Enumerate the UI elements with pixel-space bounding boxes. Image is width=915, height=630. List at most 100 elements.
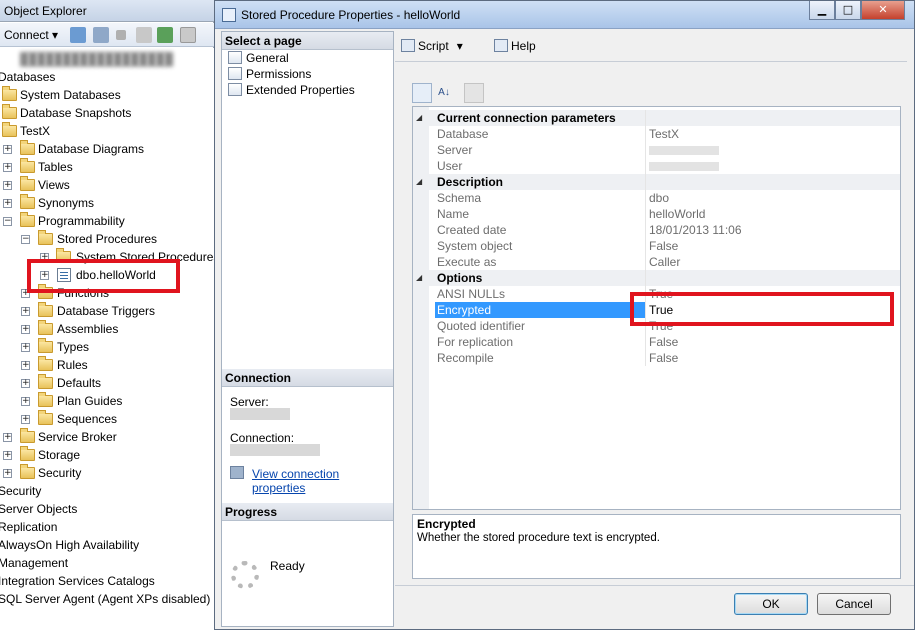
server-label: Server: <box>230 395 269 409</box>
expand-icon[interactable]: + <box>3 181 12 190</box>
cancel-button[interactable]: Cancel <box>817 593 891 615</box>
collapse-icon[interactable]: ◢ <box>416 178 424 186</box>
tree-node-label: Types <box>57 340 90 354</box>
tree-node-label: Replication <box>0 520 58 534</box>
alphabetical-sort-icon[interactable]: A↓ <box>434 83 454 103</box>
tree-node[interactable]: TestX <box>0 122 214 140</box>
connect-icon[interactable] <box>70 27 86 43</box>
grid-category[interactable]: ◢ Current connection parameters <box>413 110 900 126</box>
tree-node[interactable]: + Rules <box>0 356 214 374</box>
page-permissions[interactable]: Permissions <box>228 66 311 82</box>
disconnect-icon[interactable] <box>93 27 109 43</box>
tree-node[interactable]: + Service Broker <box>0 428 214 446</box>
expand-icon[interactable]: + <box>21 397 30 406</box>
grid-row[interactable]: Server <box>413 142 900 158</box>
tree-node[interactable]: Databases <box>0 68 214 86</box>
folder-icon <box>38 356 53 371</box>
view-connection-properties-link[interactable]: View connection properties <box>252 467 393 495</box>
tree-node[interactable]: + Plan Guides <box>0 392 214 410</box>
collapse-icon[interactable]: ◢ <box>416 274 424 282</box>
expand-icon[interactable]: + <box>3 433 12 442</box>
expand-icon[interactable]: + <box>21 361 30 370</box>
tree-node[interactable]: + Types <box>0 338 214 356</box>
grid-row[interactable]: Execute as Caller <box>413 254 900 270</box>
grid-row[interactable]: System object False <box>413 238 900 254</box>
ok-button[interactable]: OK <box>734 593 808 615</box>
property-value: 18/01/2013 11:06 <box>649 223 742 237</box>
tree-node[interactable]: + Tables <box>0 158 214 176</box>
connection-header: Connection <box>222 369 393 387</box>
script-button[interactable]: Script ▾ <box>401 39 463 53</box>
folder-icon <box>38 320 53 335</box>
folder-icon <box>38 374 53 389</box>
expand-icon[interactable]: + <box>21 325 30 334</box>
tree-node[interactable]: + Security <box>0 464 214 482</box>
collapse-icon[interactable]: − <box>3 217 12 226</box>
tree-node[interactable]: + Database Diagrams <box>0 140 214 158</box>
grid-category[interactable]: ◢ Options <box>413 270 900 286</box>
help-button[interactable]: Help <box>494 39 536 53</box>
property-description-pane: Encrypted Whether the stored procedure t… <box>412 514 901 579</box>
grid-row[interactable]: Created date 18/01/2013 11:06 <box>413 222 900 238</box>
grid-row[interactable]: Database TestX <box>413 126 900 142</box>
maximize-button[interactable]: □ <box>835 1 861 20</box>
grid-category[interactable]: ◢ Description <box>413 174 900 190</box>
folder-icon <box>2 122 17 137</box>
property-pages-icon[interactable] <box>464 83 484 103</box>
grid-row[interactable]: Name helloWorld <box>413 206 900 222</box>
tree-node[interactable]: + Views <box>0 176 214 194</box>
grid-row[interactable]: Schema dbo <box>413 190 900 206</box>
window-icon <box>222 8 236 22</box>
expand-icon[interactable]: + <box>21 307 30 316</box>
collapse-icon[interactable]: ◢ <box>416 114 424 122</box>
column-divider[interactable] <box>645 110 646 366</box>
tree-node[interactable]: Replication <box>0 518 214 536</box>
tree-node[interactable]: Server Objects <box>0 500 214 518</box>
tree-node[interactable]: + Synonyms <box>0 194 214 212</box>
page-general[interactable]: General <box>228 50 289 66</box>
tree-node-label: System Databases <box>20 88 121 102</box>
expand-icon[interactable]: + <box>21 343 30 352</box>
tree-node[interactable]: + Assemblies <box>0 320 214 338</box>
tree-node[interactable]: System Databases <box>0 86 214 104</box>
refresh-icon[interactable] <box>157 27 173 43</box>
grid-row[interactable]: For replication False <box>413 334 900 350</box>
tree-node[interactable]: SQL Server Agent (Agent XPs disabled) <box>0 590 214 608</box>
connect-button[interactable]: Connect ▾ <box>4 26 58 44</box>
filter-icon[interactable] <box>136 27 152 43</box>
expand-icon[interactable]: + <box>3 163 12 172</box>
expand-icon[interactable]: + <box>3 469 12 478</box>
summary-icon[interactable] <box>180 27 196 43</box>
expand-icon[interactable]: + <box>3 199 12 208</box>
tree-node[interactable]: Database Snapshots <box>0 104 214 122</box>
tree-node-label: Service Broker <box>38 430 117 444</box>
folder-icon <box>2 86 17 101</box>
minimize-button[interactable]: ▁ <box>809 1 835 20</box>
collapse-icon[interactable]: − <box>21 235 30 244</box>
page-extended-properties[interactable]: Extended Properties <box>228 82 355 98</box>
property-name: Server <box>437 143 473 157</box>
close-button[interactable]: ✕ <box>861 1 905 20</box>
tree-node[interactable]: − Stored Procedures <box>0 230 214 248</box>
stop-icon[interactable] <box>116 30 126 40</box>
tree-node[interactable]: AlwaysOn High Availability <box>0 536 214 554</box>
tree-node[interactable]: Integration Services Catalogs <box>0 572 214 590</box>
expand-icon[interactable]: + <box>21 415 30 424</box>
tree-node[interactable]: + Storage <box>0 446 214 464</box>
blurred-value <box>649 146 719 155</box>
tree-node[interactable]: Security <box>0 482 214 500</box>
categorized-view-icon[interactable] <box>412 83 432 103</box>
grid-row[interactable]: User <box>413 158 900 174</box>
tree-node[interactable]: + Database Triggers <box>0 302 214 320</box>
tree-node[interactable]: + Sequences <box>0 410 214 428</box>
grid-row[interactable]: Recompile False <box>413 350 900 366</box>
tree-node[interactable]: Management <box>0 554 214 572</box>
property-value: False <box>649 351 679 365</box>
dialog-title-bar: Stored Procedure Properties - helloWorld… <box>215 1 914 29</box>
expand-icon[interactable]: + <box>3 451 12 460</box>
tree-node[interactable]: + Defaults <box>0 374 214 392</box>
expand-icon[interactable]: + <box>3 145 12 154</box>
toolbar-divider <box>395 61 907 62</box>
expand-icon[interactable]: + <box>21 379 30 388</box>
tree-node[interactable]: − Programmability <box>0 212 214 230</box>
